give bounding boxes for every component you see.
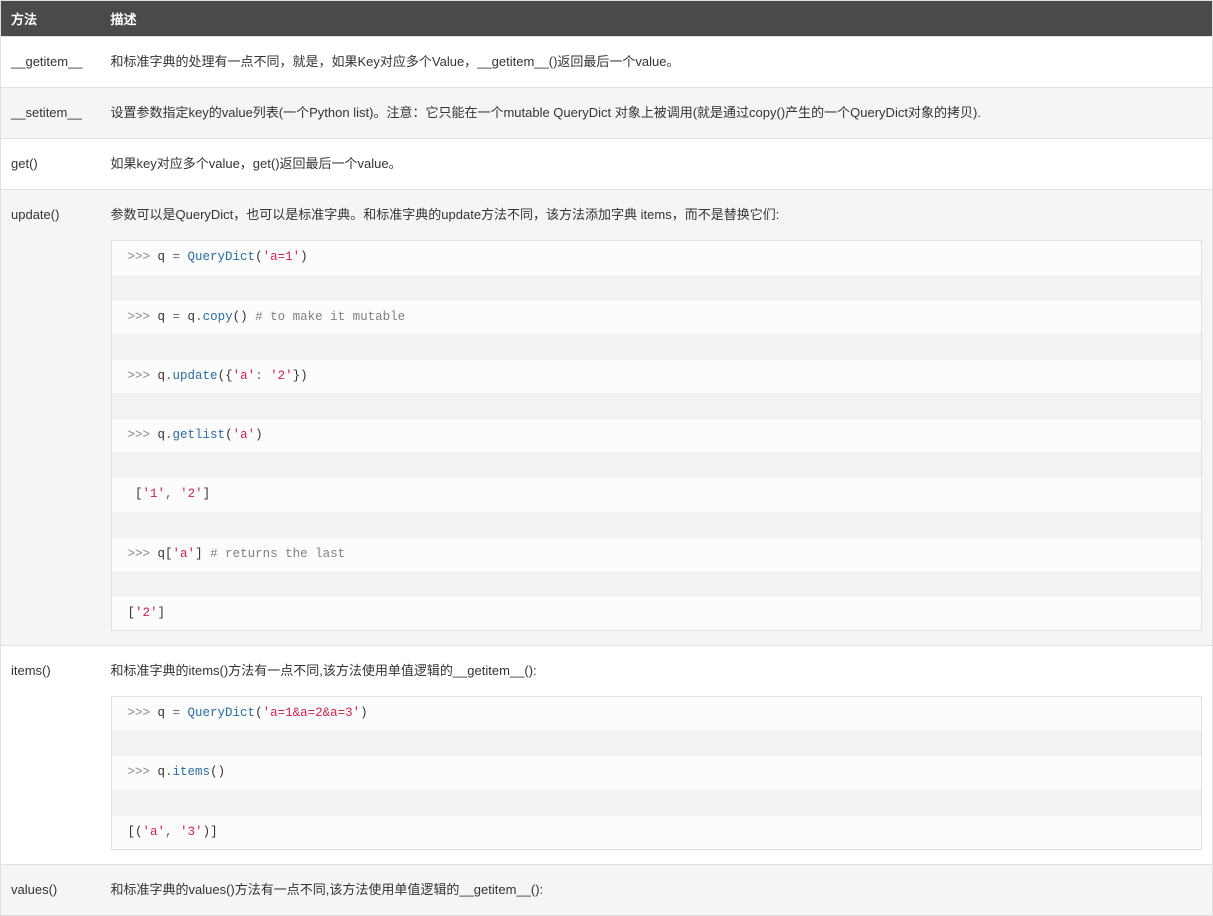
- table-row: get() 如果key对应多个value，get()返回最后一个value。: [1, 139, 1213, 190]
- method-name: __setitem__: [1, 88, 101, 139]
- code-line: >>> q = q.copy() # to make it mutable: [112, 301, 1202, 334]
- code-line-empty: [112, 571, 1202, 597]
- code-line-empty: [112, 452, 1202, 478]
- code-line: ['1', '2']: [112, 478, 1202, 511]
- code-line: >>> q.update({'a': '2'}): [112, 360, 1202, 393]
- method-name: update(): [1, 190, 101, 646]
- code-block-items: >>> q = QueryDict('a=1&a=2&a=3') >>> q.i…: [111, 696, 1203, 850]
- table-row: __getitem__ 和标准字典的处理有一点不同，就是，如果Key对应多个Va…: [1, 37, 1213, 88]
- code-line: [('a', '3')]: [112, 816, 1202, 849]
- code-line-empty: [112, 275, 1202, 301]
- header-desc: 描述: [101, 1, 1213, 37]
- method-name: get(): [1, 139, 101, 190]
- code-line: >>> q = QueryDict('a=1&a=2&a=3'): [112, 697, 1202, 730]
- table-row: update() 参数可以是QueryDict，也可以是标准字典。和标准字典的u…: [1, 190, 1213, 646]
- desc-text: 参数可以是QueryDict，也可以是标准字典。和标准字典的update方法不同…: [111, 207, 780, 222]
- desc-text: 和标准字典的items()方法有一点不同,该方法使用单值逻辑的__getitem…: [111, 663, 537, 678]
- method-name: items(): [1, 646, 101, 865]
- table-header-row: 方法 描述: [1, 1, 1213, 37]
- code-line: >>> q = QueryDict('a=1'): [112, 241, 1202, 274]
- table-row: values() 和标准字典的values()方法有一点不同,该方法使用单值逻辑…: [1, 864, 1213, 915]
- code-line-empty: [112, 790, 1202, 816]
- method-desc: 和标准字典的items()方法有一点不同,该方法使用单值逻辑的__getitem…: [101, 646, 1213, 865]
- table-row: __setitem__ 设置参数指定key的value列表(一个Python l…: [1, 88, 1213, 139]
- methods-table: 方法 描述 __getitem__ 和标准字典的处理有一点不同，就是，如果Key…: [0, 0, 1213, 916]
- method-name: values(): [1, 864, 101, 915]
- code-line-empty: [112, 393, 1202, 419]
- table-row: items() 和标准字典的items()方法有一点不同,该方法使用单值逻辑的_…: [1, 646, 1213, 865]
- method-desc: 设置参数指定key的value列表(一个Python list)。注意：它只能在…: [101, 88, 1213, 139]
- code-block-update: >>> q = QueryDict('a=1') >>> q = q.copy(…: [111, 240, 1203, 631]
- code-line: >>> q.getlist('a'): [112, 419, 1202, 452]
- code-line: ['2']: [112, 597, 1202, 630]
- code-line: >>> q.items(): [112, 756, 1202, 789]
- code-line-empty: [112, 334, 1202, 360]
- code-line-empty: [112, 730, 1202, 756]
- code-line: >>> q['a'] # returns the last: [112, 538, 1202, 571]
- code-line-empty: [112, 512, 1202, 538]
- method-desc: 和标准字典的values()方法有一点不同,该方法使用单值逻辑的__getite…: [101, 864, 1213, 915]
- method-desc: 如果key对应多个value，get()返回最后一个value。: [101, 139, 1213, 190]
- method-name: __getitem__: [1, 37, 101, 88]
- method-desc: 参数可以是QueryDict，也可以是标准字典。和标准字典的update方法不同…: [101, 190, 1213, 646]
- header-method: 方法: [1, 1, 101, 37]
- method-desc: 和标准字典的处理有一点不同，就是，如果Key对应多个Value，__getite…: [101, 37, 1213, 88]
